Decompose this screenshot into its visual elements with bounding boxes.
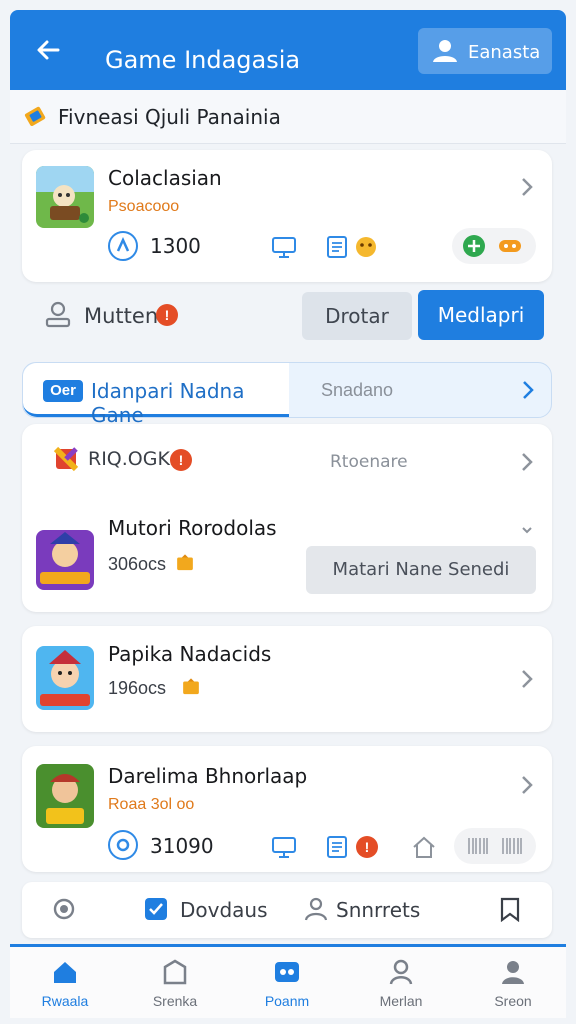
game-subtitle: Psoacooo [108, 198, 180, 215]
game-card-2: RIQ.OGK ! Rtoenare Mutori Rorodolas 306o… [22, 424, 552, 612]
document-icon[interactable] [324, 834, 352, 860]
refresh-icon[interactable] [50, 896, 78, 922]
alert-badge: ! [156, 304, 178, 326]
primary-button[interactable]: Medlapri [418, 290, 544, 340]
bookmark-icon[interactable] [496, 896, 524, 922]
game-action-button[interactable]: Matari Nane Senedi [306, 546, 536, 594]
add-icon[interactable] [460, 233, 488, 259]
subtitle-bar: Fivneasi Qjuli Panainia [10, 90, 566, 144]
user-icon [433, 40, 457, 62]
game-stat: 31090 [150, 834, 214, 858]
gamepad-icon [275, 962, 299, 982]
game-title: Colaclasian [108, 166, 222, 190]
user-outline-icon [45, 301, 71, 328]
emoji-icon[interactable] [352, 234, 380, 260]
coin-bag-icon [177, 554, 193, 571]
game-subtitle: Roaa 3ol oo [108, 796, 195, 813]
game-subtitle: 306ocs [108, 554, 167, 574]
checkbox-icon[interactable] [142, 896, 170, 922]
gem-icon [53, 446, 79, 472]
shop-icon [163, 959, 187, 985]
game-title: Papika Nadacids [108, 642, 272, 666]
game-card-3[interactable]: Papika Nadacids 196ocs [22, 626, 552, 732]
coin-bag-icon [183, 678, 199, 695]
tab-secondary[interactable]: Snadano [321, 380, 393, 401]
nav-item-games[interactable]: Poanm [242, 957, 332, 1017]
app-header: Game Indagasia Eanasta [10, 10, 566, 90]
nav-item-shop[interactable]: Srenka [130, 957, 220, 1017]
nav-label: Poanm [264, 993, 310, 1009]
chevron-right-icon[interactable] [520, 451, 534, 473]
game-title: Darelima Bhnorlaap [108, 764, 308, 788]
section-right-label[interactable]: Rtoenare [330, 452, 408, 472]
game-stat: 1300 [150, 234, 201, 258]
chevron-right-icon[interactable] [520, 774, 534, 796]
game-title: Mutori Rorodolas [108, 516, 277, 540]
section-badge: ! [170, 449, 192, 471]
monitor-icon[interactable] [270, 834, 298, 860]
back-arrow-icon[interactable] [32, 34, 64, 66]
profile-button-label: Eanasta [468, 42, 541, 63]
game-card-4[interactable]: Darelima Bhnorlaap Roaa 3ol oo 31090 ! [22, 746, 552, 872]
nav-item-home[interactable]: Rwaala [20, 957, 110, 1017]
utility-label-1[interactable]: Dovdaus [180, 898, 268, 922]
nav-label: Srenka [152, 993, 198, 1009]
nav-item-profile[interactable]: Sreon [468, 957, 558, 1017]
user-label: Mutten [84, 304, 159, 328]
tab-active-label: Idanpari Nadna Gane [91, 379, 245, 427]
barcode-pill [454, 828, 536, 864]
chevron-down-icon[interactable] [520, 520, 534, 542]
alert-badge: ! [356, 836, 378, 858]
page-title: Game Indagasia [105, 46, 301, 74]
score-icon [108, 231, 138, 261]
action-pill [452, 228, 536, 264]
home-outline-icon[interactable] [410, 834, 438, 860]
nav-label: Merlan [379, 993, 423, 1009]
section-label: RIQ.OGK [88, 448, 170, 470]
tab-bar: Oer Idanpari Nadna Gane Snadano [22, 362, 552, 427]
game-subtitle: 196ocs [108, 678, 167, 698]
game-thumbnail [36, 530, 94, 590]
nav-item-members[interactable]: Merlan [356, 957, 446, 1017]
document-icon[interactable] [324, 234, 352, 260]
utility-bar: Dovdaus Snnrrets [22, 882, 552, 938]
game-thumbnail [36, 646, 94, 710]
chevron-right-icon[interactable] [520, 668, 534, 690]
nav-label: Sreon [494, 993, 532, 1009]
home-icon [54, 962, 76, 983]
chevron-right-icon[interactable] [520, 176, 534, 198]
barcode-icon[interactable] [464, 833, 492, 859]
subtitle-text: Fivneasi Qjuli Panainia [58, 105, 281, 129]
gamepad-icon[interactable] [496, 233, 524, 259]
profile-icon [502, 961, 524, 984]
secondary-button[interactable]: Drotar [302, 292, 412, 340]
app-root: Game Indagasia Eanasta Fivneasi Qjuli Pa… [0, 0, 576, 1024]
person-icon[interactable] [302, 896, 330, 922]
barcode-icon[interactable] [498, 833, 526, 859]
person-icon [389, 959, 413, 985]
utility-label-2[interactable]: Snnrrets [336, 898, 420, 922]
tab-chip: Oer [43, 380, 83, 402]
nav-label: Rwaala [41, 993, 89, 1009]
monitor-icon[interactable] [270, 234, 298, 260]
game-card-1[interactable]: Colaclasian Psoacooo 1300 [22, 150, 552, 282]
game-thumbnail [36, 166, 94, 228]
score-icon [108, 830, 138, 860]
tab-active[interactable]: Oer Idanpari Nadna Gane [23, 363, 289, 427]
chevron-right-icon[interactable] [521, 379, 535, 401]
tag-icon [24, 106, 46, 126]
bottom-navigation: Rwaala Srenka Poanm Merlan Sreon [10, 944, 566, 1018]
game-thumbnail [36, 764, 94, 828]
profile-button[interactable]: Eanasta [418, 28, 552, 74]
